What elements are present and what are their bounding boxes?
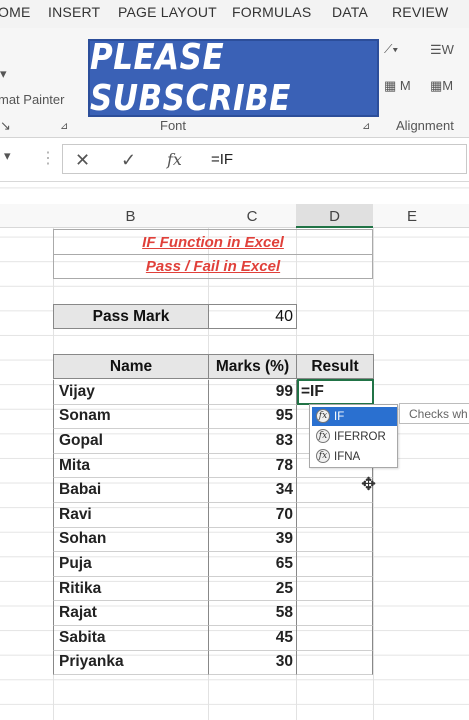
autocomplete-item-if[interactable]: fx IF (312, 407, 397, 426)
autocomplete-item-iferror[interactable]: fx IFERROR (312, 427, 397, 446)
header-result[interactable]: Result (296, 354, 374, 379)
autocomplete-item-ifna[interactable]: fx IFNA (312, 447, 397, 466)
wrap-text-icon[interactable]: ☰W (430, 42, 454, 58)
formula-input[interactable]: =IF (211, 151, 233, 168)
name-cell[interactable]: Babai (53, 478, 209, 503)
name-cell[interactable]: Ritika (53, 576, 209, 602)
name-box-dropdown-icon[interactable]: ▾ (4, 148, 11, 164)
alignment-group-label: Alignment (396, 118, 454, 133)
name-cell[interactable]: Ravi (53, 503, 209, 528)
table-row: Ravi 70 (53, 503, 373, 528)
function-icon: fx (316, 409, 330, 423)
separator-icon: ⋮ (40, 150, 56, 167)
table-row: Sabita 45 (53, 626, 373, 651)
marks-cell[interactable]: 25 (209, 576, 297, 602)
marks-cell[interactable]: 30 (209, 650, 297, 676)
subscribe-banner: PLEASE SUBSCRIBE (88, 36, 379, 120)
merge-center-icon[interactable]: ▦M (430, 78, 453, 94)
table-row: Ritika 25 (53, 576, 373, 602)
font-dialog-icon[interactable]: ⊿ (362, 121, 370, 132)
enter-icon[interactable]: ✓ (121, 150, 136, 171)
autocomplete-item-label: IFNA (334, 450, 361, 463)
active-cell-d[interactable]: =IF (297, 379, 374, 405)
table-row: Sohan 39 (53, 527, 373, 553)
merge-icon[interactable]: ▦ M (384, 78, 411, 94)
clipboard-dialog-icon[interactable]: ⊿ (60, 121, 68, 132)
marks-cell[interactable]: 83 (209, 429, 297, 454)
column-header-b[interactable]: B (53, 208, 208, 230)
function-tooltip: Checks wh (399, 403, 469, 424)
orientation-icon[interactable]: ⟋▾ (384, 42, 398, 57)
tab-page-layout[interactable]: PAGE LAYOUT (118, 4, 217, 20)
pass-mark-value[interactable]: 40 (208, 304, 297, 329)
column-header-c[interactable]: C (208, 208, 296, 230)
column-header-e[interactable]: E (373, 208, 451, 230)
formula-box: ✕ ✓ fx =IF (62, 144, 467, 174)
table-row: Priyanka 30 (53, 650, 373, 676)
cursor-move-icon: ✥ (361, 474, 377, 494)
table-row: Puja 65 (53, 552, 373, 577)
marks-cell[interactable]: 65 (209, 552, 297, 577)
marks-cell[interactable]: 34 (209, 478, 297, 503)
autocomplete-item-label: IFERROR (334, 430, 386, 443)
marks-cell[interactable]: 58 (209, 601, 297, 626)
name-cell[interactable]: Priyanka (53, 650, 209, 676)
result-cell[interactable] (297, 601, 373, 626)
result-cell[interactable] (297, 503, 373, 528)
pass-mark-label[interactable]: Pass Mark (53, 304, 209, 329)
cancel-icon[interactable]: ✕ (75, 150, 90, 171)
result-cell[interactable] (297, 650, 373, 676)
formula-bar: ▾ ⋮ ✕ ✓ fx =IF (0, 138, 469, 182)
autocomplete-item-label: IF (334, 410, 345, 423)
header-name[interactable]: Name (53, 354, 209, 379)
title-if-function[interactable]: IF Function in Excel (53, 229, 373, 254)
function-icon: fx (316, 429, 330, 443)
name-cell[interactable]: Puja (53, 552, 209, 577)
dropdown-icon[interactable]: ▾ (0, 66, 7, 82)
result-cell[interactable] (297, 576, 373, 602)
format-painter-button[interactable]: mat Painter (0, 92, 64, 107)
name-cell[interactable]: Gopal (53, 429, 209, 454)
name-cell[interactable]: Rajat (53, 601, 209, 626)
result-cell[interactable] (297, 552, 373, 577)
name-cell[interactable]: Mita (53, 453, 209, 479)
marks-cell[interactable]: 99 (209, 380, 297, 405)
marks-cell[interactable]: 45 (209, 626, 297, 651)
banner-text: PLEASE SUBSCRIBE (90, 36, 291, 120)
name-cell[interactable]: Sohan (53, 527, 209, 553)
tab-formulas[interactable]: FORMULAS (232, 4, 311, 20)
font-group-label: Font (160, 118, 187, 133)
name-cell[interactable]: Sabita (53, 626, 209, 651)
name-cell[interactable]: Vijay (53, 380, 209, 405)
tab-review[interactable]: REVIEW (392, 4, 448, 20)
function-icon: fx (316, 449, 330, 463)
tab-home[interactable]: OME (0, 4, 31, 20)
tab-data[interactable]: DATA (332, 4, 368, 20)
marks-cell[interactable]: 78 (209, 453, 297, 479)
marks-cell[interactable]: 95 (209, 404, 297, 430)
table-row: Rajat 58 (53, 601, 373, 626)
marks-cell[interactable]: 70 (209, 503, 297, 528)
function-autocomplete-list: fx IF fx IFERROR fx IFNA (309, 404, 398, 468)
table-row: Babai 34 (53, 478, 373, 503)
ribbon-tabs: OME INSERT PAGE LAYOUT FORMULAS DATA REV… (0, 0, 469, 28)
insert-function-icon[interactable]: fx (167, 150, 182, 169)
title-pass-fail[interactable]: Pass / Fail in Excel (53, 254, 373, 279)
result-cell[interactable] (297, 527, 373, 553)
name-cell[interactable]: Sonam (53, 404, 209, 430)
marks-cell[interactable]: 39 (209, 527, 297, 553)
column-header-d[interactable]: D (296, 204, 373, 228)
result-cell[interactable] (297, 626, 373, 651)
header-marks[interactable]: Marks (%) (208, 354, 297, 379)
tab-insert[interactable]: INSERT (48, 4, 100, 20)
clipboard-launcher-icon[interactable]: ↘ (0, 118, 11, 134)
